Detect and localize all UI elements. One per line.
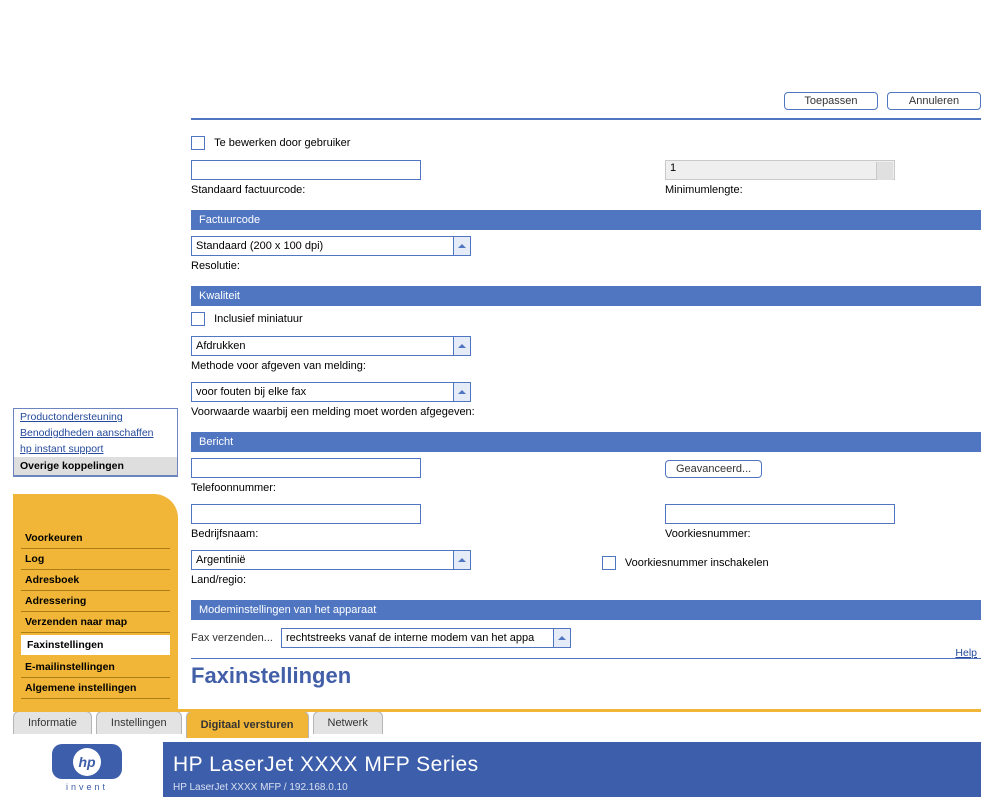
prefix-enable-checkbox[interactable] — [602, 556, 616, 570]
res-label: Resolutie: — [191, 260, 981, 272]
sidebar-item-adressering[interactable]: Adressering — [21, 591, 170, 612]
tab-informatie[interactable]: Informatie — [13, 711, 92, 734]
prefix-enable-label: Voorkiesnummer inschakelen — [625, 557, 769, 569]
tab-digitaal-versturen[interactable]: Digitaal versturen — [186, 711, 309, 738]
billing-minlen-label: Minimumlengte: — [665, 184, 981, 196]
sidebar-item-verzenden-naar-map[interactable]: Verzenden naar map — [21, 612, 170, 633]
link-productondersteuning[interactable]: Productondersteuning — [14, 409, 177, 425]
prefix-input[interactable] — [665, 504, 895, 524]
advanced-button[interactable]: Geavanceerd... — [665, 460, 762, 478]
help-link[interactable]: Help — [955, 647, 977, 659]
section-modem: Modeminstellingen van het apparaat — [191, 600, 981, 620]
msg-method-select[interactable] — [191, 336, 471, 356]
svg-text:hp: hp — [78, 754, 96, 770]
section-msg: Bericht — [191, 432, 981, 452]
company-input[interactable] — [191, 504, 421, 524]
send-fax-label: Fax verzenden... — [191, 632, 273, 644]
link-benodigdheden-aanschaffen[interactable]: Benodigdheden aanschaffen — [14, 425, 177, 441]
billing-editable-label: Te bewerken door gebruiker — [214, 137, 350, 149]
thumb-label: Inclusief miniatuur — [214, 313, 303, 325]
send-fax-select[interactable] — [281, 628, 571, 648]
billing-minlen-input: 1 — [665, 160, 895, 180]
cancel-button[interactable]: Annuleren — [887, 92, 981, 110]
phone-input[interactable] — [191, 458, 421, 478]
device-title: HP LaserJet XXXX MFP Series — [173, 753, 479, 777]
company-label: Bedrijfsnaam: — [191, 528, 570, 540]
msg-method-label: Methode voor afgeven van melding: — [191, 360, 981, 372]
billing-editable-checkbox[interactable] — [191, 136, 205, 150]
sidebar-item-voorkeuren[interactable]: Voorkeuren — [21, 528, 170, 549]
section-billing: Factuurcode — [191, 210, 981, 230]
sidebar-item-e-mailinstellingen[interactable]: E-mailinstellingen — [21, 657, 170, 678]
sidebar-item-algemene-instellingen[interactable]: Algemene instellingen — [21, 678, 170, 699]
country-select[interactable] — [191, 550, 471, 570]
billing-std-input[interactable] — [191, 160, 421, 180]
sidebar-item-adresboek[interactable]: Adresboek — [21, 570, 170, 591]
tab-instellingen[interactable]: Instellingen — [96, 711, 182, 734]
logo-subtext: invent — [66, 782, 108, 792]
page-title: Faxinstellingen — [191, 663, 981, 689]
msg-cond-select[interactable] — [191, 382, 471, 402]
res-select[interactable] — [191, 236, 471, 256]
hp-logo: hp invent — [48, 740, 128, 795]
link-hp-instant-support[interactable]: hp instant support — [14, 441, 177, 457]
country-label: Land/regio: — [191, 574, 570, 586]
section-quality: Kwaliteit — [191, 286, 981, 306]
thumb-checkbox[interactable] — [191, 312, 205, 326]
apply-button[interactable]: Toepassen — [784, 92, 878, 110]
phone-label: Telefoonnummer: — [191, 482, 570, 494]
tab-netwerk[interactable]: Netwerk — [313, 711, 383, 734]
device-path: HP LaserJet XXXX MFP / 192.168.0.10 — [173, 782, 348, 793]
sidebar-item-faxinstellingen[interactable]: Faxinstellingen — [21, 635, 170, 655]
billing-std-label: Standaard factuurcode: — [191, 184, 570, 196]
other-links-heading: Overige koppelingen — [14, 457, 177, 476]
sidebar-item-log[interactable]: Log — [21, 549, 170, 570]
msg-cond-label: Voorwaarde waarbij een melding moet word… — [191, 406, 981, 418]
prefix-label: Voorkiesnummer: — [665, 528, 981, 540]
